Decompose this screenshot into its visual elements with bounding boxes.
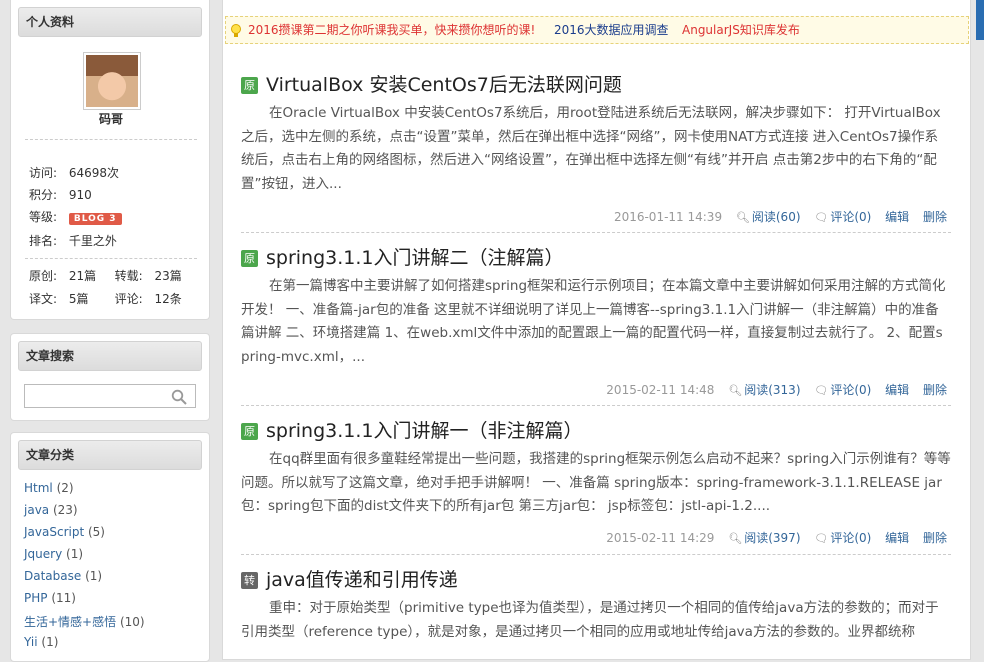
divider	[241, 232, 951, 233]
category-link[interactable]: PHP (11)	[24, 591, 76, 605]
categories-panel: 文章分类 Html (2) java (23) JavaScript (5) J…	[10, 432, 210, 662]
stat-rank-value: 千里之外	[68, 234, 117, 248]
article-title[interactable]: 原 spring3.1.1入门讲解二（注解篇）	[241, 245, 564, 271]
divider	[241, 405, 951, 406]
stat-comments-value: 12条	[154, 292, 182, 306]
stat-visits-label: 访问:	[29, 166, 58, 180]
comments-link[interactable]: 评论(0)	[830, 210, 871, 224]
article-summary: 在第一篇博客中主要讲解了如何搭建spring框架和运行示例项目；在本篇文章中主要…	[241, 278, 946, 365]
article-title-text[interactable]: spring3.1.1入门讲解一（非注解篇）	[266, 420, 583, 442]
category-link[interactable]: Yii (1)	[24, 635, 58, 649]
stat-level: 等级: BLOG 3	[29, 208, 122, 225]
stat-points-value: 910	[68, 188, 92, 202]
stat-translation-label: 译文:	[29, 292, 58, 306]
stat-level-label: 等级:	[29, 210, 58, 224]
stat-rank-label: 排名:	[29, 234, 58, 248]
views-icon: 🔍︎	[728, 532, 743, 545]
category-link[interactable]: java (23)	[24, 503, 78, 517]
article-meta: 2015-02-11 14:29 🔍︎ 阅读(397) 🗨︎ 评论(0) 编辑 删除	[596, 529, 947, 546]
level-badge: BLOG 3	[68, 213, 122, 225]
profile-panel: 个人资料 码哥 访问: 64698次 积分: 910 等级: BLOG 3 排名…	[10, 0, 210, 320]
page-edge-scroll-button[interactable]	[976, 0, 984, 40]
article-title-text[interactable]: VirtualBox 安装CentOs7后无法联网问题	[266, 74, 622, 96]
avatar[interactable]	[83, 52, 141, 110]
repost-tag: 转	[241, 572, 258, 589]
notice-link-3[interactable]: AngularJS知识库发布	[682, 17, 800, 44]
category-link[interactable]: JavaScript (5)	[24, 525, 105, 539]
article-title-text[interactable]: spring3.1.1入门讲解二（注解篇）	[266, 247, 564, 269]
nickname[interactable]: 码哥	[11, 110, 211, 127]
category-link[interactable]: Jquery (1)	[24, 547, 83, 561]
edit-link[interactable]: 编辑	[885, 531, 909, 545]
article-title[interactable]: 转 java值传递和引用传递	[241, 567, 458, 593]
avatar-image	[86, 55, 138, 107]
stat-repost-label: 转载:	[114, 269, 143, 283]
article-date: 2015-02-11 14:29	[606, 531, 715, 545]
article-date: 2015-02-11 14:48	[606, 383, 715, 397]
article-meta: 2016-01-11 14:39 🔍︎ 阅读(60) 🗨︎ 评论(0) 编辑 删除	[604, 208, 947, 225]
views-icon: 🔍︎	[735, 211, 750, 224]
stat-visits-value: 64698次	[68, 166, 120, 180]
original-tag: 原	[241, 250, 258, 267]
views-link[interactable]: 阅读(60)	[752, 210, 801, 224]
notice-link-2[interactable]: 2016大数据应用调查	[554, 17, 669, 44]
stat-repost-value: 23篇	[154, 269, 182, 283]
article-list: 2016攒课第二期之你听课我买单，快来攒你想听的课! 2016大数据应用调查 A…	[222, 0, 971, 660]
stat-visits: 访问: 64698次	[29, 164, 119, 181]
search-title: 文章搜索	[18, 341, 202, 371]
original-tag: 原	[241, 423, 258, 440]
notice-bar: 2016攒课第二期之你听课我买单，快来攒你想听的课! 2016大数据应用调查 A…	[225, 16, 969, 44]
article-meta: 2015-02-11 14:48 🔍︎ 阅读(313) 🗨︎ 评论(0) 编辑 删除	[596, 381, 947, 398]
notice-link-1[interactable]: 2016攒课第二期之你听课我买单，快来攒你想听的课!	[248, 17, 535, 44]
comments-link[interactable]: 评论(0)	[830, 383, 871, 397]
category-link[interactable]: 生活+情感+感悟 (10)	[24, 613, 145, 630]
views-icon: 🔍︎	[728, 384, 743, 397]
lightbulb-icon	[231, 24, 241, 37]
search-panel: 文章搜索	[10, 333, 210, 421]
article-summary: 重申：对于原始类型（primitive type也译为值类型），是通过拷贝一个相…	[241, 600, 939, 640]
views-link[interactable]: 阅读(313)	[744, 383, 800, 397]
delete-link[interactable]: 删除	[923, 531, 947, 545]
article-title[interactable]: 原 VirtualBox 安装CentOs7后无法联网问题	[241, 72, 622, 98]
comment-icon: 🗨︎	[814, 211, 829, 224]
divider	[241, 554, 951, 555]
article-summary: 在Oracle VirtualBox 中安装CentOs7系统后，用root登陆…	[241, 105, 941, 192]
search-input[interactable]	[24, 384, 196, 408]
delete-link[interactable]: 删除	[923, 383, 947, 397]
divider	[25, 139, 197, 140]
article-title-text[interactable]: java值传递和引用传递	[266, 569, 458, 591]
stat-original: 原创: 21篇 转载: 23篇	[29, 267, 182, 284]
stat-translation: 译文: 5篇 评论: 12条	[29, 290, 182, 307]
search-icon[interactable]	[171, 389, 187, 405]
profile-title: 个人资料	[18, 7, 202, 37]
category-link[interactable]: Database (1)	[24, 569, 102, 583]
stat-points-label: 积分:	[29, 188, 58, 202]
comment-icon: 🗨︎	[814, 532, 829, 545]
category-link[interactable]: Html (2)	[24, 481, 74, 495]
article-date: 2016-01-11 14:39	[613, 210, 723, 224]
delete-link[interactable]: 删除	[923, 210, 947, 224]
stat-rank: 排名: 千里之外	[29, 232, 117, 249]
original-tag: 原	[241, 77, 258, 94]
views-link[interactable]: 阅读(397)	[744, 531, 800, 545]
stat-translation-value: 5篇	[68, 292, 89, 306]
stat-original-label: 原创:	[29, 269, 58, 283]
categories-title: 文章分类	[18, 440, 202, 470]
edit-link[interactable]: 编辑	[885, 210, 909, 224]
comments-link[interactable]: 评论(0)	[830, 531, 871, 545]
divider	[25, 258, 197, 259]
stat-comments-label: 评论:	[114, 292, 143, 306]
stat-points: 积分: 910	[29, 186, 92, 203]
stat-original-value: 21篇	[68, 269, 97, 283]
article-summary: 在qq群里面有很多童鞋经常提出一些问题，我搭建的spring框架示例怎么启动不起…	[241, 451, 951, 514]
edit-link[interactable]: 编辑	[885, 383, 909, 397]
comment-icon: 🗨︎	[814, 384, 829, 397]
article-title[interactable]: 原 spring3.1.1入门讲解一（非注解篇）	[241, 418, 583, 444]
